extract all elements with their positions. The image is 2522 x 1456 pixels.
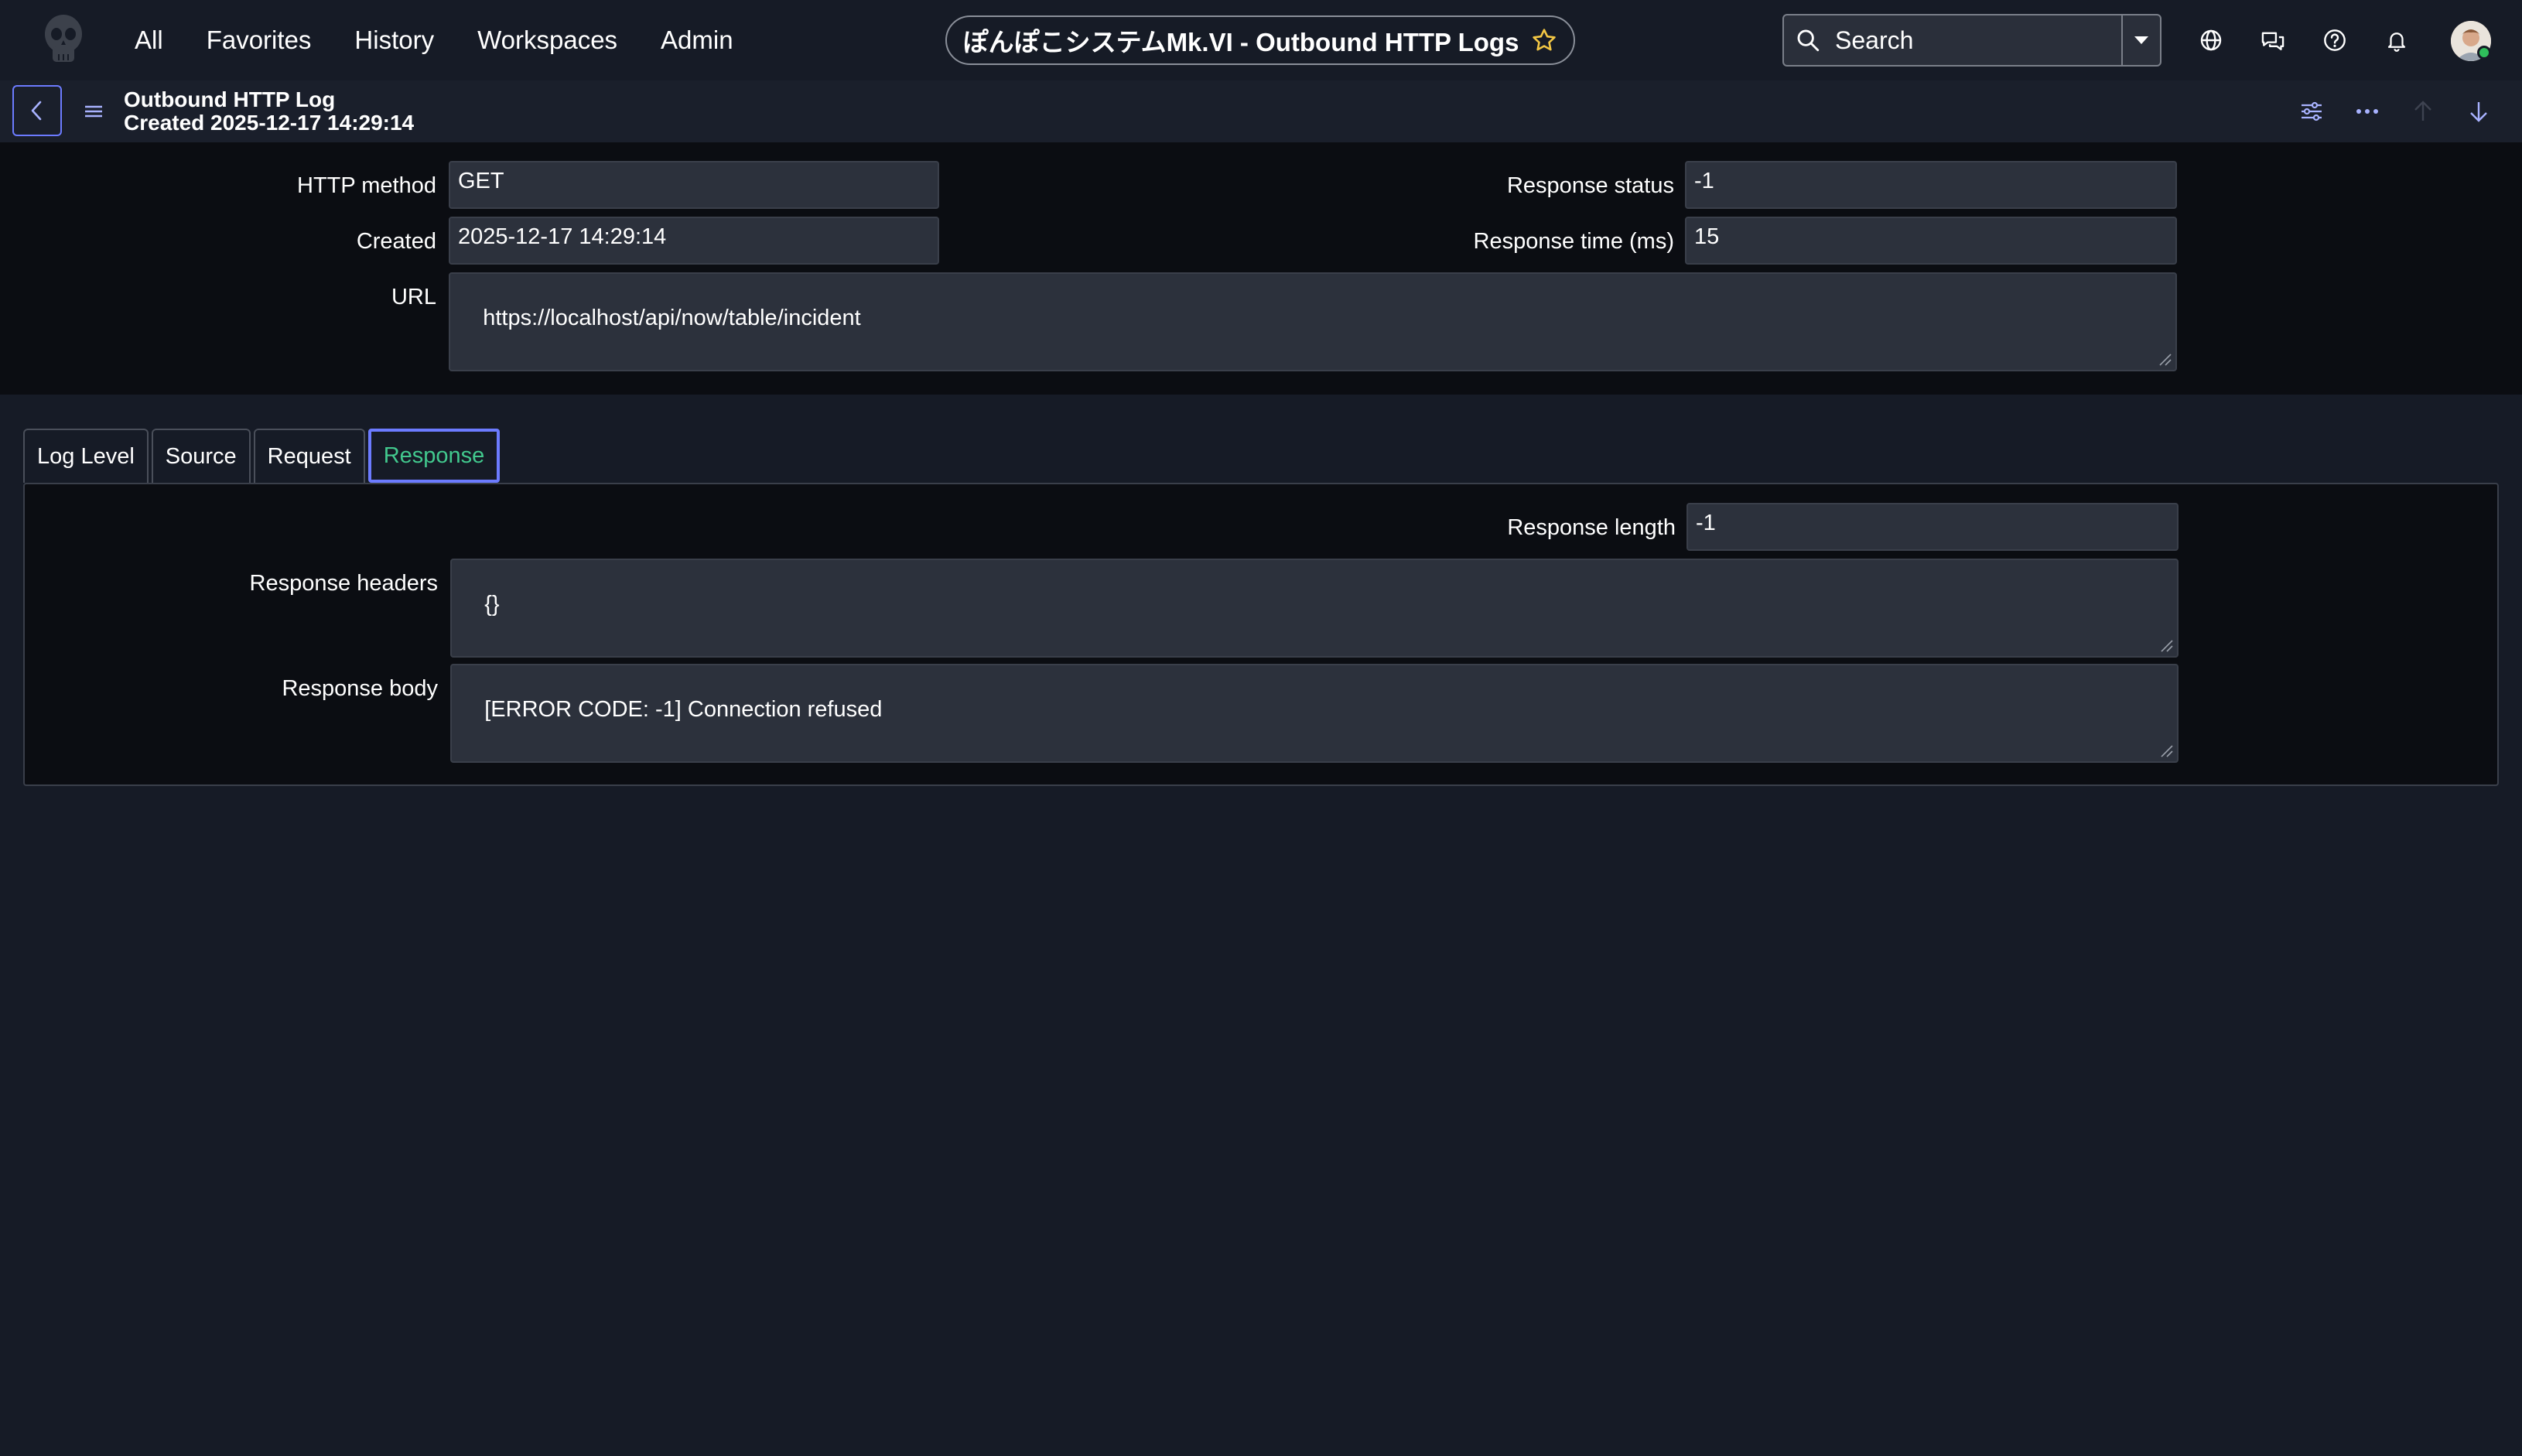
- response-body-label: Response body: [282, 676, 438, 701]
- http-method-label: HTTP method: [297, 173, 436, 198]
- context-title[interactable]: ぽんぽこシステムMk.VI - Outbound HTTP Logs: [945, 15, 1575, 65]
- form-tabs: Log Level Source Request Response: [23, 429, 503, 483]
- tab-request[interactable]: Request: [253, 429, 365, 483]
- url-field[interactable]: https://localhost/api/now/table/incident: [449, 272, 2177, 371]
- resize-grip-icon[interactable]: [2157, 741, 2174, 758]
- response-length-label: Response length: [1507, 515, 1676, 540]
- response-status-field[interactable]: -1: [1685, 161, 2177, 209]
- record-title: Outbound HTTP Log Created 2025-12-17 14:…: [124, 88, 414, 135]
- caret-down-icon: [2134, 36, 2148, 44]
- search-scope-dropdown[interactable]: [2121, 15, 2160, 65]
- response-headers-field[interactable]: {}: [450, 559, 2179, 658]
- nav-menu: All Favorites History Workspaces Admin: [135, 0, 733, 80]
- url-label: URL: [391, 285, 436, 309]
- skull-logo-icon[interactable]: [39, 11, 88, 67]
- sliders-icon[interactable]: [2296, 96, 2327, 127]
- resize-grip-icon[interactable]: [2155, 350, 2172, 367]
- tab-response[interactable]: Response: [367, 429, 501, 483]
- star-icon[interactable]: [1531, 27, 1557, 53]
- url-value: https://localhost/api/now/table/incident: [483, 306, 861, 330]
- response-tab-panel: Response length -1 Response headers {} R…: [23, 483, 2499, 786]
- response-body-value: [ERROR CODE: -1] Connection refused: [484, 697, 883, 722]
- record-created: Created 2025-12-17 14:29:14: [124, 111, 415, 135]
- nav-favorites[interactable]: Favorites: [207, 26, 312, 55]
- record-actions: [2296, 96, 2519, 127]
- record-header: Outbound HTTP Log Created 2025-12-17 14:…: [0, 80, 2522, 142]
- top-navigation: All Favorites History Workspaces Admin ぽ…: [0, 0, 2522, 80]
- arrow-down-icon[interactable]: [2463, 96, 2494, 127]
- context-title-text: ぽんぽこシステムMk.VI - Outbound HTTP Logs: [962, 28, 1519, 56]
- search-icon: [1797, 29, 1820, 52]
- nav-workspaces[interactable]: Workspaces: [477, 26, 617, 55]
- resize-grip-icon[interactable]: [2157, 636, 2174, 653]
- presence-indicator: [2477, 46, 2491, 60]
- tab-log-level[interactable]: Log Level: [23, 429, 149, 483]
- globe-icon[interactable]: [2196, 25, 2226, 56]
- response-length-field[interactable]: -1: [1686, 503, 2179, 551]
- more-icon[interactable]: [2352, 96, 2383, 127]
- record-type: Outbound HTTP Log: [124, 87, 336, 111]
- response-headers-label: Response headers: [249, 571, 438, 596]
- tab-source[interactable]: Source: [151, 429, 251, 483]
- created-label: Created: [356, 229, 436, 254]
- back-button[interactable]: [12, 85, 62, 136]
- global-search[interactable]: Search: [1782, 14, 2161, 67]
- record-form: HTTP method GET Created 2025-12-17 14:29…: [0, 142, 2522, 395]
- response-time-label: Response time (ms): [1473, 229, 1674, 254]
- nav-history[interactable]: History: [354, 26, 434, 55]
- response-headers-value: {}: [484, 592, 500, 617]
- chevron-left-icon: [31, 101, 42, 121]
- hamburger-icon[interactable]: [82, 101, 105, 122]
- response-body-field[interactable]: [ERROR CODE: -1] Connection refused: [450, 664, 2179, 763]
- arrow-up-icon[interactable]: [2408, 96, 2438, 127]
- nav-admin[interactable]: Admin: [661, 26, 733, 55]
- response-time-field[interactable]: 15: [1685, 217, 2177, 265]
- help-icon[interactable]: [2319, 25, 2350, 56]
- response-status-label: Response status: [1506, 173, 1674, 198]
- search-input[interactable]: Search: [1835, 26, 2121, 55]
- bell-icon[interactable]: [2381, 25, 2412, 56]
- http-method-field[interactable]: GET: [449, 161, 939, 209]
- created-field[interactable]: 2025-12-17 14:29:14: [449, 217, 939, 265]
- chat-icon[interactable]: [2257, 25, 2288, 56]
- nav-all[interactable]: All: [135, 26, 163, 55]
- header-icons: [2196, 23, 2443, 57]
